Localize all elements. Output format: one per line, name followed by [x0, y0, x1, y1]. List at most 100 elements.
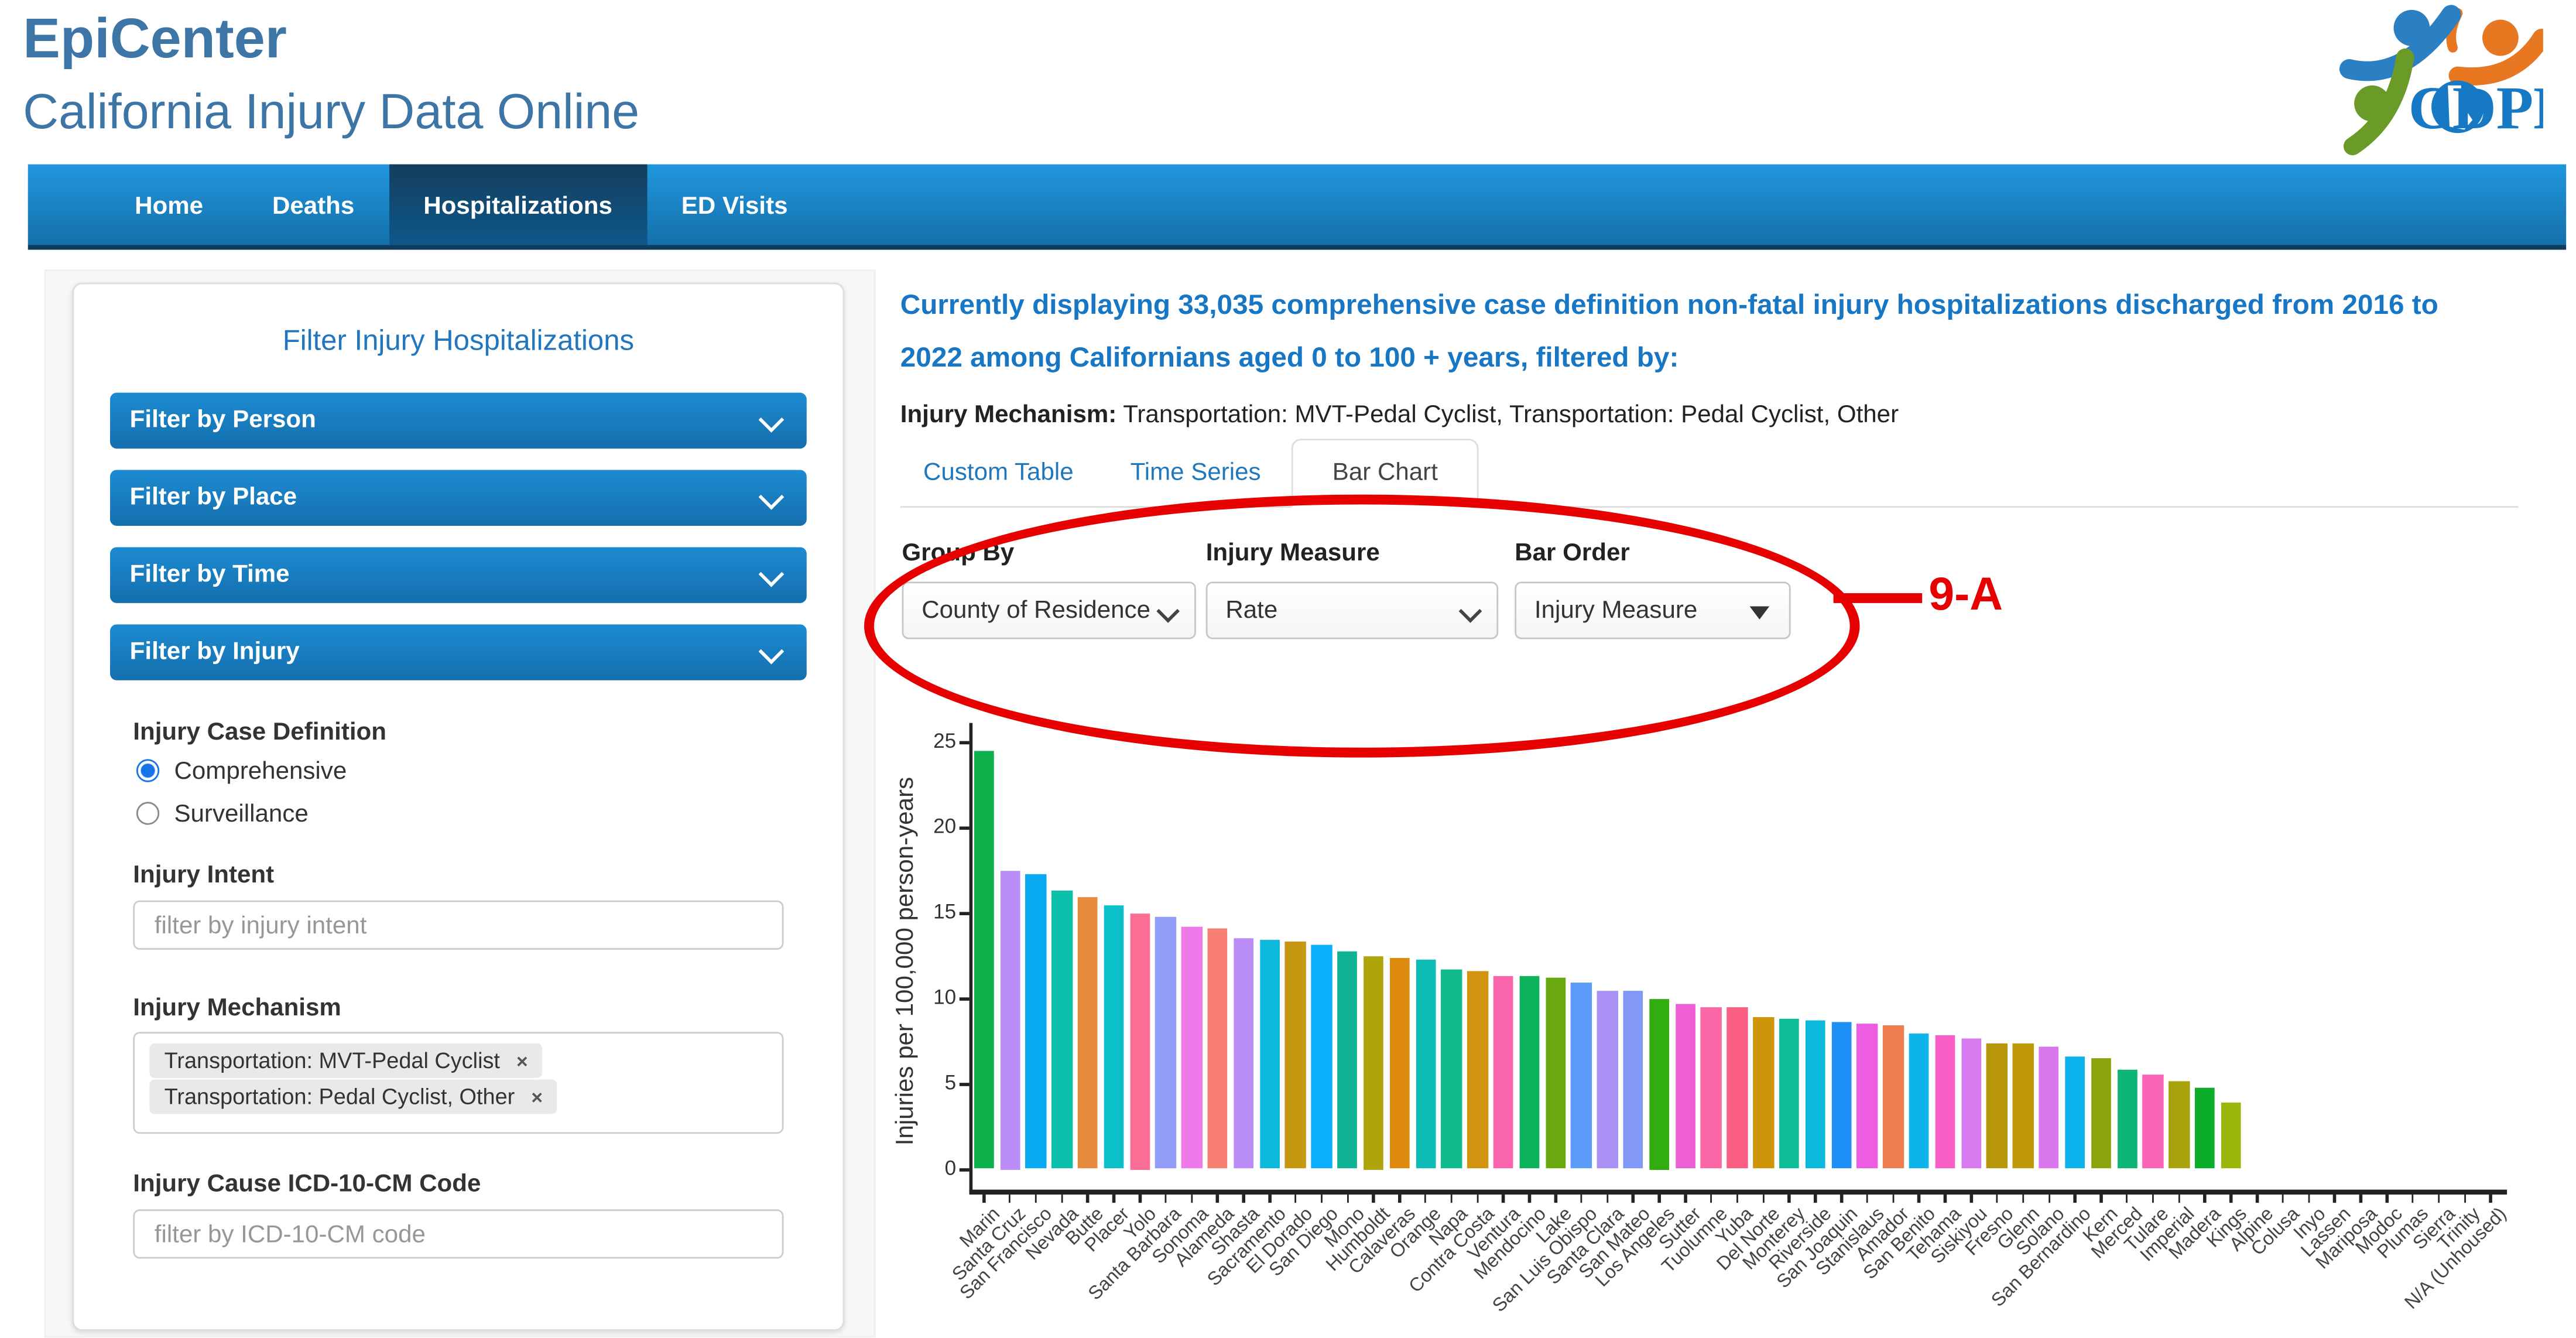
- bar-solano[interactable]: [2039, 1046, 2060, 1169]
- bar-monterey[interactable]: [1779, 1018, 1800, 1169]
- bar-butte[interactable]: [1077, 897, 1098, 1169]
- x-tick-mark: [1008, 1195, 1012, 1203]
- x-tick-mark: [2307, 1195, 2310, 1203]
- bar-alameda[interactable]: [1207, 928, 1228, 1169]
- bar-fresno[interactable]: [1986, 1042, 2008, 1169]
- x-axis-line: [969, 1189, 2508, 1194]
- x-tick-mark: [1216, 1195, 1220, 1203]
- bar-san-diego[interactable]: [1311, 945, 1332, 1169]
- radio-unselected-icon[interactable]: [136, 802, 160, 825]
- x-tick-mark: [1112, 1195, 1115, 1203]
- bar-mono[interactable]: [1337, 952, 1358, 1169]
- injury-intent-label: Injury Intent: [133, 861, 275, 889]
- bar-contra-costa[interactable]: [1467, 971, 1488, 1169]
- bar-tuolumne[interactable]: [1701, 1007, 1722, 1169]
- bar-shasta[interactable]: [1233, 938, 1254, 1169]
- filter-panel: Filter Injury Hospitalizations Filter by…: [72, 282, 845, 1331]
- bar-placer[interactable]: [1104, 906, 1124, 1169]
- nav-item-ed-visits[interactable]: ED Visits: [647, 165, 823, 245]
- bar-siskiyou[interactable]: [1961, 1039, 1982, 1169]
- nav-item-hospitalizations[interactable]: Hospitalizations: [389, 164, 647, 245]
- nav-item-home[interactable]: Home: [100, 165, 238, 245]
- bar-san-luis-obispo[interactable]: [1571, 983, 1592, 1169]
- nav-item-deaths[interactable]: Deaths: [238, 165, 389, 245]
- x-tick-mark: [1814, 1195, 1817, 1203]
- bar-san-francisco[interactable]: [1025, 873, 1046, 1169]
- x-tick-mark: [1996, 1195, 1999, 1203]
- tab-custom-table[interactable]: Custom Table: [923, 458, 1074, 487]
- y-tick-label: 5: [944, 1070, 957, 1094]
- injury-mechanism-input[interactable]: Transportation: MVT-Pedal Cyclist × Transp…: [133, 1032, 784, 1134]
- bar-el-dorado[interactable]: [1285, 942, 1306, 1169]
- applied-filter-label: Injury Mechanism:: [900, 401, 1117, 429]
- bar-sonoma[interactable]: [1181, 926, 1202, 1169]
- accordion-filter-by-place[interactable]: Filter by Place: [110, 470, 807, 526]
- x-tick-mark: [1554, 1195, 1557, 1203]
- injury-mechanism-label: Injury Mechanism: [133, 994, 341, 1022]
- bar-riverside[interactable]: [1805, 1020, 1825, 1169]
- annotation-ellipse: [864, 494, 1860, 758]
- bar-amador[interactable]: [1883, 1025, 1904, 1169]
- x-tick-mark: [1268, 1195, 1271, 1203]
- x-tick-mark: [1086, 1195, 1090, 1203]
- x-tick-mark: [2047, 1195, 2051, 1203]
- radio-option-surveillance[interactable]: Surveillance: [136, 799, 309, 827]
- bar-nevada[interactable]: [1051, 890, 1073, 1169]
- icd-code-input[interactable]: [133, 1209, 784, 1259]
- bar-kern[interactable]: [2091, 1058, 2112, 1169]
- mechanism-tag: Transportation: MVT-Pedal Cyclist ×: [149, 1043, 543, 1078]
- bar-ventura[interactable]: [1493, 976, 1514, 1169]
- bar-kings[interactable]: [2221, 1102, 2241, 1169]
- bar-tulare[interactable]: [2143, 1075, 2163, 1169]
- x-tick-mark: [2177, 1195, 2180, 1203]
- bar-stanislaus[interactable]: [1856, 1024, 1878, 1169]
- radio-selected-icon[interactable]: [136, 759, 160, 782]
- bar-yuba[interactable]: [1727, 1007, 1748, 1169]
- bar-napa[interactable]: [1441, 969, 1462, 1169]
- bar-santa-clara[interactable]: [1597, 991, 1618, 1169]
- remove-tag-icon[interactable]: ×: [516, 1050, 528, 1073]
- chevron-down-icon: [758, 484, 785, 510]
- bar-san-benito[interactable]: [1909, 1034, 1930, 1169]
- bar-imperial[interactable]: [2169, 1082, 2190, 1169]
- x-tick-mark: [1242, 1195, 1245, 1203]
- x-tick-mark: [2099, 1195, 2102, 1203]
- radio-option-comprehensive[interactable]: Comprehensive: [136, 757, 347, 785]
- injury-intent-input[interactable]: [133, 900, 784, 950]
- x-tick-mark: [1580, 1195, 1583, 1203]
- bar-del-norte[interactable]: [1753, 1017, 1774, 1169]
- bar-san-bernardino[interactable]: [2064, 1056, 2085, 1169]
- bar-orange[interactable]: [1415, 959, 1436, 1169]
- bar-santa-cruz[interactable]: [999, 870, 1020, 1169]
- tab-time-series[interactable]: Time Series: [1131, 458, 1261, 487]
- bar-los-angeles[interactable]: [1649, 998, 1670, 1169]
- x-tick-mark: [1320, 1195, 1323, 1203]
- x-tick-mark: [2437, 1195, 2440, 1203]
- bar-merced[interactable]: [2116, 1070, 2137, 1169]
- bar-sacramento[interactable]: [1259, 940, 1280, 1169]
- bar-lake[interactable]: [1545, 977, 1566, 1169]
- bar-san-joaquin[interactable]: [1831, 1022, 1852, 1169]
- bar-mendocino[interactable]: [1519, 976, 1540, 1169]
- x-tick-mark: [1034, 1195, 1037, 1203]
- bar-san-mateo[interactable]: [1623, 991, 1644, 1169]
- remove-tag-icon[interactable]: ×: [531, 1086, 543, 1109]
- x-tick-mark: [2385, 1195, 2388, 1203]
- x-tick-mark: [2022, 1195, 2025, 1203]
- x-tick-mark: [2204, 1195, 2207, 1203]
- accordion-filter-by-injury[interactable]: Filter by Injury: [110, 624, 807, 680]
- bar-humboldt[interactable]: [1363, 955, 1384, 1169]
- bar-madera[interactable]: [2194, 1087, 2215, 1169]
- x-tick-mark: [2074, 1195, 2077, 1203]
- case-definition-label: Injury Case Definition: [133, 718, 387, 746]
- bar-santa-barbara[interactable]: [1155, 916, 1176, 1169]
- bar-calaveras[interactable]: [1389, 957, 1410, 1169]
- y-tick-label: 15: [933, 899, 957, 923]
- bar-sutter[interactable]: [1675, 1003, 1696, 1169]
- bar-yolo[interactable]: [1129, 912, 1150, 1169]
- bar-tehama[interactable]: [1935, 1035, 1955, 1169]
- bar-marin[interactable]: [974, 750, 994, 1169]
- bar-glenn[interactable]: [2013, 1042, 2033, 1169]
- accordion-filter-by-person[interactable]: Filter by Person: [110, 392, 807, 449]
- accordion-filter-by-time[interactable]: Filter by Time: [110, 547, 807, 603]
